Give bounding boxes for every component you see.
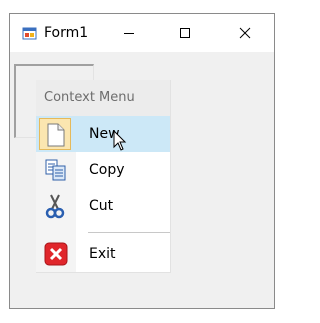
context-menu: Context Menu New Copy Cut Exit: [36, 80, 171, 273]
window-title: Form1: [44, 25, 89, 41]
new-document-icon: [39, 118, 71, 150]
maximize-icon: [180, 28, 190, 38]
menu-item-new[interactable]: New: [36, 116, 170, 152]
menu-item-cut-label: Cut: [89, 198, 114, 214]
menu-item-exit-label: Exit: [89, 246, 116, 262]
close-button[interactable]: [222, 14, 268, 52]
minimize-icon: [124, 33, 134, 34]
close-icon: [239, 27, 251, 39]
exit-icon: [39, 238, 71, 270]
winforms-app-icon[interactable]: [22, 26, 38, 42]
scissors-icon: [39, 190, 71, 222]
title-bar[interactable]: Form1: [10, 14, 274, 52]
menu-item-copy-label: Copy: [89, 162, 125, 178]
mouse-pointer-icon: [113, 129, 127, 156]
menu-item-copy[interactable]: Copy: [36, 152, 170, 188]
maximize-button[interactable]: [162, 14, 208, 52]
context-menu-header-label: Context Menu: [44, 90, 135, 105]
menu-separator: [88, 232, 170, 233]
minimize-button[interactable]: [106, 14, 152, 52]
menu-item-cut[interactable]: Cut: [36, 188, 170, 224]
context-menu-header: Context Menu: [36, 80, 170, 116]
menu-item-exit[interactable]: Exit: [36, 236, 170, 272]
copy-icon: [39, 154, 71, 186]
